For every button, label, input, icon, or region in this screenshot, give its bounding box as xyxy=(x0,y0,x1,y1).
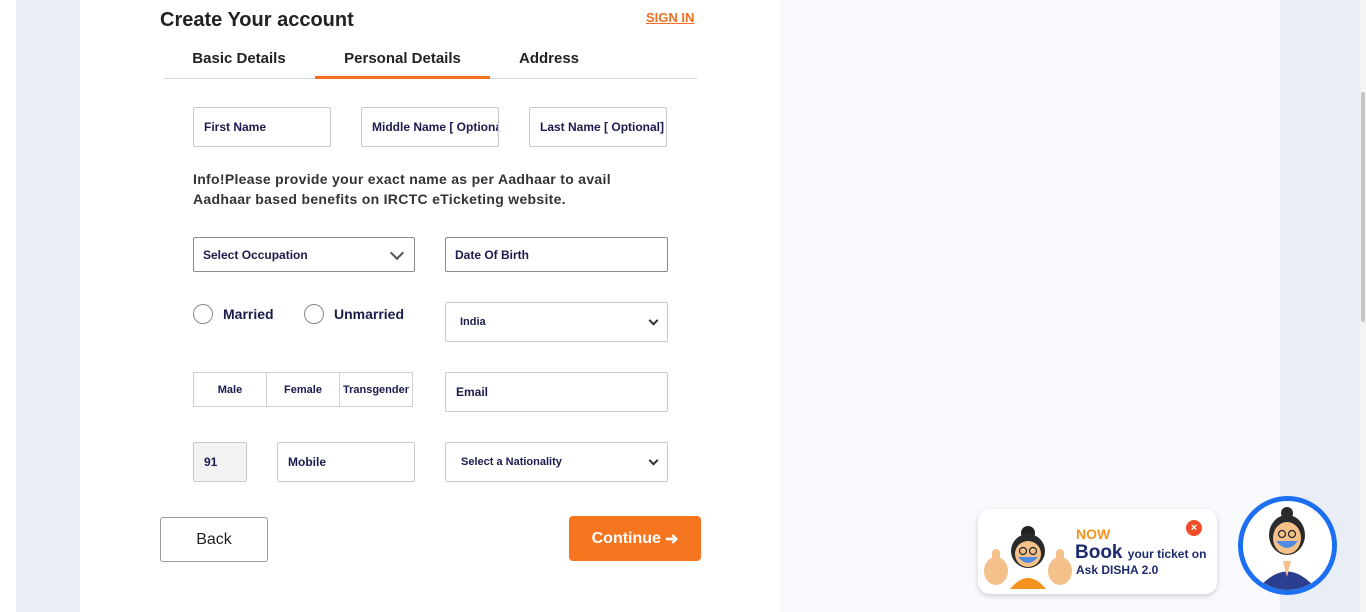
chevron-down-icon xyxy=(389,245,405,260)
back-button[interactable]: Back xyxy=(160,517,268,562)
continue-button-label: Continue xyxy=(591,529,661,547)
disha-your-ticket-text: your ticket on xyxy=(1127,547,1207,561)
tab-personal-details[interactable]: Personal Details xyxy=(315,44,490,79)
chevron-down-icon xyxy=(648,315,659,326)
last-name-input[interactable]: Last Name [ Optional] xyxy=(529,107,667,147)
aadhaar-info-text: Info!Please provide your exact name as p… xyxy=(193,171,611,207)
nationality-select[interactable]: Select a Nationality xyxy=(445,442,668,482)
radio-married[interactable]: Married xyxy=(193,304,274,324)
disha-now-text: NOW xyxy=(1076,526,1111,542)
radio-circle-icon[interactable] xyxy=(193,304,213,324)
mobile-input[interactable]: Mobile xyxy=(277,442,415,482)
disha-promo-banner[interactable]: NOW Book your ticket on Ask DISHA 2.0 × xyxy=(978,509,1217,594)
first-name-input[interactable]: First Name xyxy=(193,107,331,147)
gender-selector: Male Female Transgender xyxy=(193,372,413,407)
radio-circle-icon[interactable] xyxy=(304,304,324,324)
scrollbar[interactable] xyxy=(1360,0,1366,612)
gender-transgender-button[interactable]: Transgender xyxy=(340,373,412,406)
radio-unmarried[interactable]: Unmarried xyxy=(304,304,404,324)
email-input[interactable]: Email xyxy=(445,372,668,412)
isd-code-field: 91 xyxy=(193,442,247,482)
page-title: Create Your account xyxy=(160,9,354,31)
tab-address[interactable]: Address xyxy=(490,44,608,79)
disha-thumbs-up-illustration xyxy=(984,526,1072,589)
gender-female-button[interactable]: Female xyxy=(267,373,340,406)
country-select-value: India xyxy=(460,316,486,328)
disha-book-word: Book xyxy=(1075,542,1123,563)
chevron-down-icon xyxy=(648,455,659,466)
radio-married-label: Married xyxy=(223,306,274,322)
tab-basic-details[interactable]: Basic Details xyxy=(164,44,314,79)
nationality-select-value: Select a Nationality xyxy=(461,456,562,468)
disha-chatbot-avatar[interactable] xyxy=(1238,496,1337,595)
country-select[interactable]: India xyxy=(445,302,668,342)
arrow-right-icon: ➜ xyxy=(664,530,679,548)
occupation-select[interactable]: Select Occupation xyxy=(193,237,415,272)
close-icon[interactable]: × xyxy=(1186,520,1202,536)
gender-male-button[interactable]: Male xyxy=(194,373,267,406)
disha-avatar-icon xyxy=(1243,501,1332,590)
scrollbar-thumb[interactable] xyxy=(1361,92,1365,322)
sign-in-link[interactable]: SIGN IN xyxy=(646,10,694,25)
tab-bar: Basic Details Personal Details Address xyxy=(164,44,697,79)
middle-name-input[interactable]: Middle Name [ Optional] xyxy=(361,107,499,147)
radio-unmarried-label: Unmarried xyxy=(334,306,405,322)
disha-ask-text: Ask DISHA 2.0 xyxy=(1076,563,1159,577)
continue-button[interactable]: Continue ➜ xyxy=(569,516,701,561)
occupation-select-value: Select Occupation xyxy=(203,247,308,262)
disha-book-text: Book your ticket on xyxy=(1075,542,1206,564)
left-margin xyxy=(0,0,16,612)
date-of-birth-input[interactable]: Date Of Birth xyxy=(445,237,668,272)
